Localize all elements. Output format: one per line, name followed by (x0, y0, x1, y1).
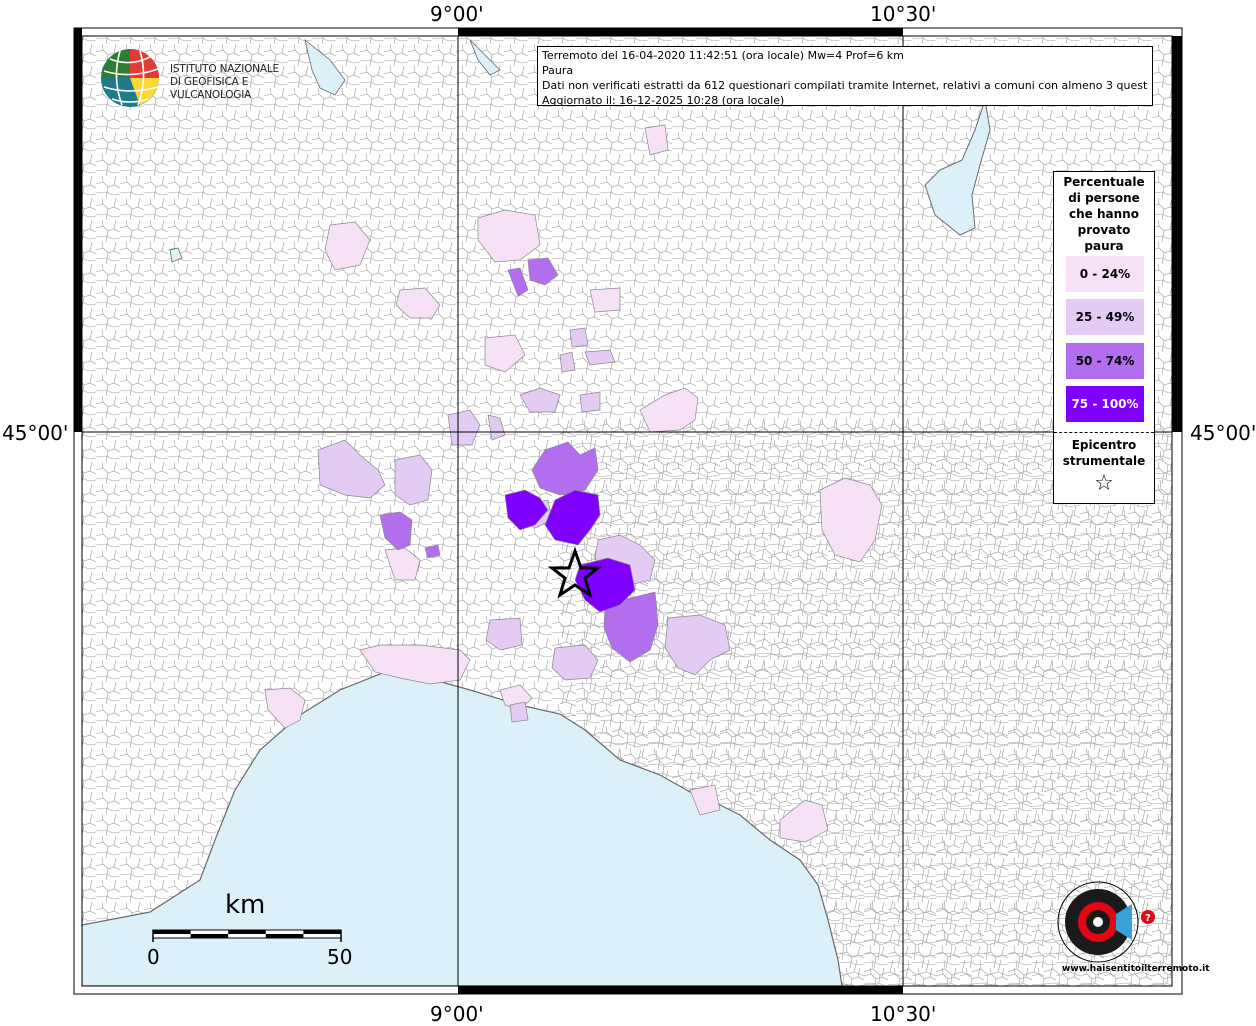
legend-class-3: 75 - 100% (1066, 386, 1144, 422)
legend-epicenter-label: Epicentro strumentale (1062, 438, 1146, 468)
event-info-box: Terremoto del 16-04-2020 11:42:51 (ora l… (537, 46, 1153, 107)
ingv-globe-icon (101, 49, 159, 107)
frame-tick-right (1172, 36, 1182, 432)
svg-text:?: ? (1145, 913, 1151, 924)
hai-sentito-il-terremoto-logo: ? www.haisentitoilterremoto.it (1040, 862, 1210, 982)
left-label-45-00: 45°00' (2, 421, 69, 445)
top-label-10-30: 10°30' (870, 2, 937, 26)
frame-tick-bottom (458, 986, 903, 994)
hsit-text: www.haisentitoilterremoto.it (1062, 964, 1210, 974)
ingv-name-line1: ISTITUTO NAZIONALE (170, 63, 279, 75)
frame-tick-top (458, 28, 903, 36)
legend-star-icon: ☆ (1094, 471, 1114, 496)
ingv-name: ISTITUTO NAZIONALE DI GEOFISICA E VULCAN… (170, 63, 320, 102)
legend-class-0: 0 - 24% (1066, 256, 1144, 292)
event-data-note: Dati non verificati estratti da 612 ques… (542, 79, 1148, 92)
event-title: Terremoto del 16-04-2020 11:42:51 (ora l… (542, 49, 904, 62)
right-label-45-00: 45°00' (1190, 421, 1256, 445)
scale-bar: km 0 50 (147, 890, 353, 980)
frame-tick-left (74, 28, 82, 432)
legend: Percentuale di persone che hanno provato… (1053, 171, 1155, 504)
legend-separator (1054, 432, 1154, 433)
scale-unit: km (225, 890, 266, 920)
scale-bar-graphic (152, 929, 342, 942)
legend-title: Percentuale di persone che hanno provato… (1063, 175, 1145, 253)
bottom-label-10-30: 10°30' (870, 1002, 937, 1026)
scale-min: 0 (147, 945, 160, 969)
scale-max: 50 (327, 945, 353, 969)
ingv-logo: ISTITUTO NAZIONALE DI GEOFISICA E VULCAN… (100, 47, 320, 109)
legend-class-1: 25 - 49% (1066, 299, 1144, 335)
event-parameter: Paura (542, 64, 574, 77)
top-label-9-00: 9°00' (430, 2, 484, 26)
ingv-name-line2: DI GEOFISICA E VULCANOLOGIA (170, 76, 252, 101)
bottom-label-9-00: 9°00' (430, 1002, 484, 1026)
legend-class-2: 50 - 74% (1066, 343, 1144, 379)
event-updated: Aggiornato il: 16-12-2025 10:28 (ora loc… (542, 94, 785, 107)
